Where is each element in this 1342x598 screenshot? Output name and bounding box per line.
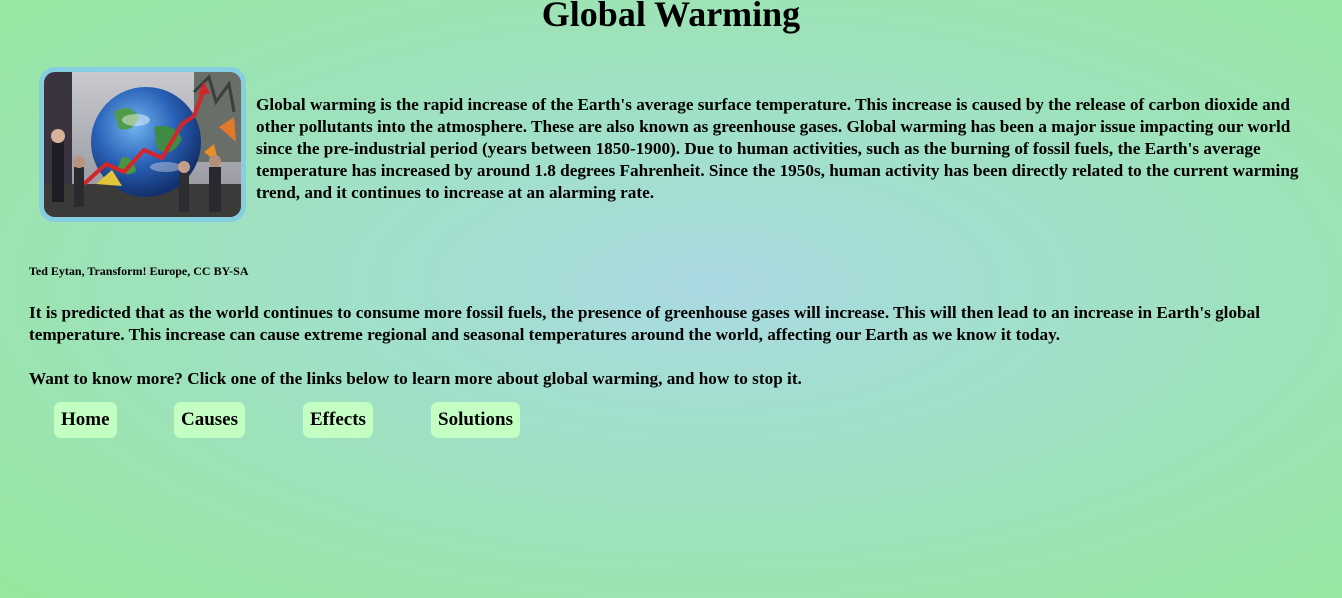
intro-paragraph: Global warming is the rapid increase of … (256, 95, 1299, 202)
page-title: Global Warming (541, 0, 801, 34)
solutions-link-button[interactable]: Solutions (431, 402, 520, 438)
image-credit: Ted Eytan, Transform! Europe, CC BY-SA (29, 264, 249, 278)
effects-link-button[interactable]: Effects (303, 402, 373, 438)
learn-more-prompt: Want to know more? Click one of the link… (29, 369, 802, 388)
global-warming-protest-image (39, 67, 246, 222)
prediction-paragraph: It is predicted that as the world contin… (29, 303, 1260, 344)
home-link-button[interactable]: Home (54, 402, 117, 438)
causes-link-button[interactable]: Causes (174, 402, 246, 438)
